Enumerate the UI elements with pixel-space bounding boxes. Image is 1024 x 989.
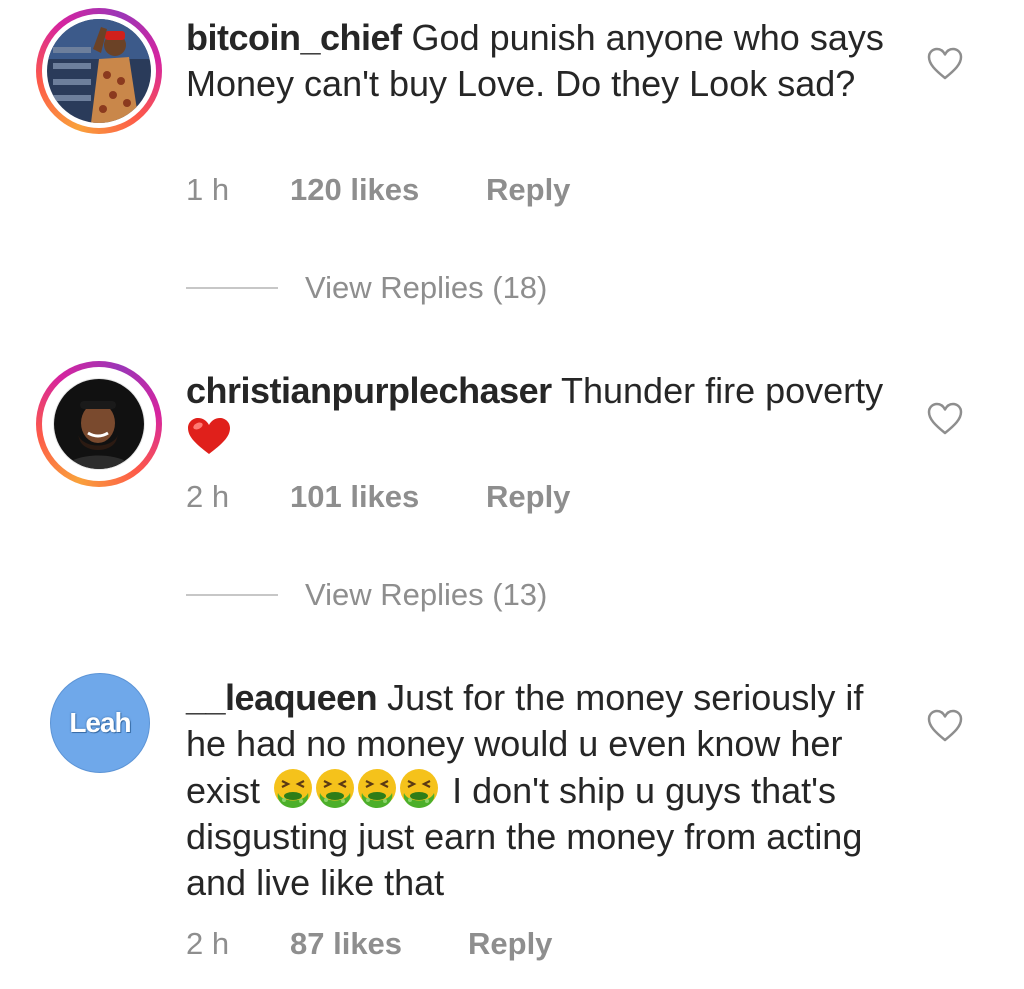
view-replies-label: View Replies (13): [305, 577, 548, 612]
comment-time: 2 h: [186, 479, 230, 514]
reply-button[interactable]: Reply: [486, 172, 570, 208]
comment-meta: 2 h 87 likes Reply: [186, 926, 552, 962]
comment-username[interactable]: christianpurplechaser: [186, 370, 552, 411]
comment-likes[interactable]: 87 likes: [290, 926, 468, 962]
comment-likes[interactable]: 120 likes: [290, 172, 486, 208]
reply-button[interactable]: Reply: [468, 926, 552, 962]
nauseated-face-icon: [400, 769, 439, 808]
comment-text: christianpurplechaser Thunder fire pover…: [186, 368, 886, 460]
comment-time: 2 h: [186, 926, 230, 961]
comment-body: Thunder fire poverty: [561, 370, 884, 411]
emoji-group: [270, 769, 442, 811]
avatar[interactable]: [36, 8, 162, 134]
reply-button[interactable]: Reply: [486, 479, 570, 515]
avatar-photo: [47, 19, 151, 123]
comment-meta: 2 h 101 likes Reply: [186, 479, 570, 515]
avatar-photo: [53, 378, 145, 470]
red-heart-icon: [188, 418, 230, 454]
avatar-label: Leah: [69, 707, 131, 738]
view-replies-label: View Replies (18): [305, 270, 548, 305]
comment-username[interactable]: __leaqueen: [186, 677, 378, 718]
view-replies-button[interactable]: View Replies (18): [186, 270, 547, 306]
heart-outline-icon[interactable]: [927, 709, 963, 742]
comment-likes[interactable]: 101 likes: [290, 479, 486, 515]
divider: [186, 287, 278, 289]
comment-text: __leaqueen Just for the money seriously …: [186, 675, 886, 906]
avatar[interactable]: [36, 361, 162, 487]
nauseated-face-icon: [358, 769, 397, 808]
comment-username[interactable]: bitcoin_chief: [186, 17, 402, 58]
divider: [186, 594, 278, 596]
comment-time: 1 h: [186, 172, 230, 207]
nauseated-face-icon: [274, 769, 313, 808]
comment-meta: 1 h 120 likes Reply: [186, 172, 570, 208]
nauseated-face-icon: [316, 769, 355, 808]
view-replies-button[interactable]: View Replies (13): [186, 577, 547, 613]
heart-outline-icon[interactable]: [927, 402, 963, 435]
avatar[interactable]: Leah: [50, 673, 150, 773]
heart-outline-icon[interactable]: [927, 47, 963, 80]
comment-text: bitcoin_chief God punish anyone who says…: [186, 15, 886, 107]
